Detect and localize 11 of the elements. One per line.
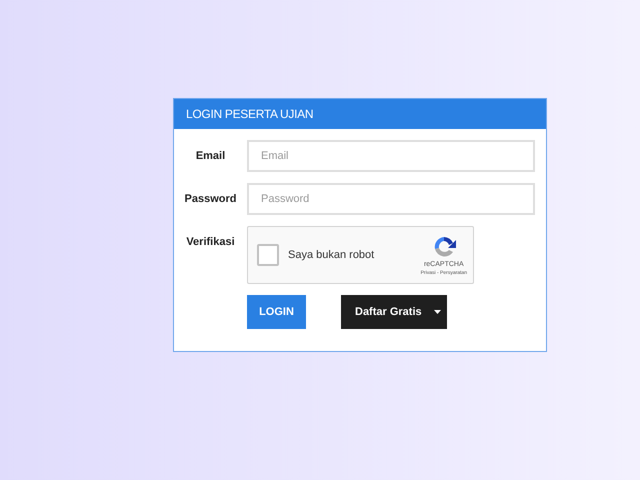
register-dropdown-button[interactable]: Daftar Gratis (341, 295, 447, 329)
field-label: Verifikasi (186, 235, 235, 250)
captcha-label: Saya bukan robot (288, 248, 376, 263)
caret-icon (434, 310, 441, 314)
field-label: Password (184, 192, 236, 207)
field-label: Email (196, 148, 226, 164)
input-field[interactable]: Password (247, 183, 535, 215)
panel-title: LOGIN PESERTA UJIAN (186, 106, 314, 123)
login-button[interactable]: LOGIN (247, 295, 306, 329)
input-field[interactable]: Email (247, 140, 535, 172)
captcha-checkbox[interactable] (257, 244, 279, 266)
